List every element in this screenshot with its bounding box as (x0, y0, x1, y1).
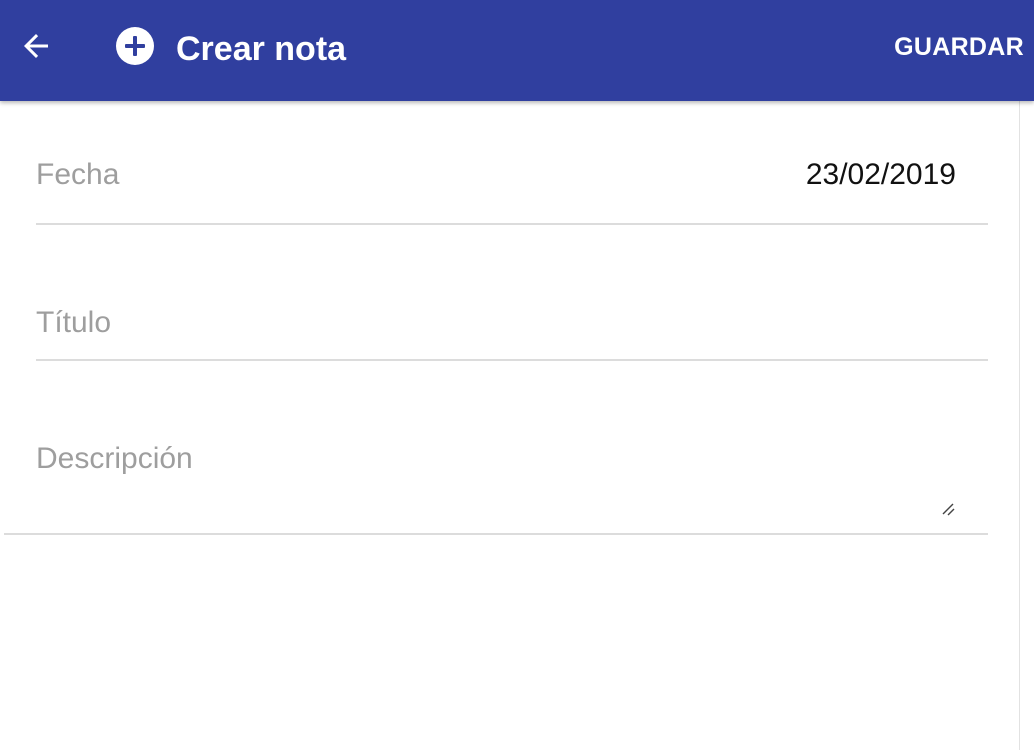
app-bar: Crear nota GUARDAR (0, 0, 1034, 101)
description-field[interactable]: Descripción (4, 426, 992, 537)
add-circle-icon (116, 27, 154, 65)
app-screen: Crear nota GUARDAR Fecha 23/02/2019 Títu… (0, 0, 1034, 750)
arrow-back-icon (24, 34, 48, 58)
date-field[interactable]: Fecha 23/02/2019 (36, 140, 988, 225)
back-button[interactable] (12, 22, 60, 70)
description-textarea[interactable] (4, 426, 992, 537)
date-field-value[interactable]: 23/02/2019 (806, 158, 956, 192)
scrollbar-track[interactable] (1019, 101, 1020, 750)
resize-handle-icon[interactable] (940, 501, 956, 517)
date-field-label: Fecha (36, 158, 120, 191)
page-title: Crear nota (176, 30, 347, 68)
title-field[interactable]: Título (36, 290, 992, 361)
save-button[interactable]: GUARDAR (894, 26, 1024, 68)
title-input[interactable] (36, 290, 992, 361)
